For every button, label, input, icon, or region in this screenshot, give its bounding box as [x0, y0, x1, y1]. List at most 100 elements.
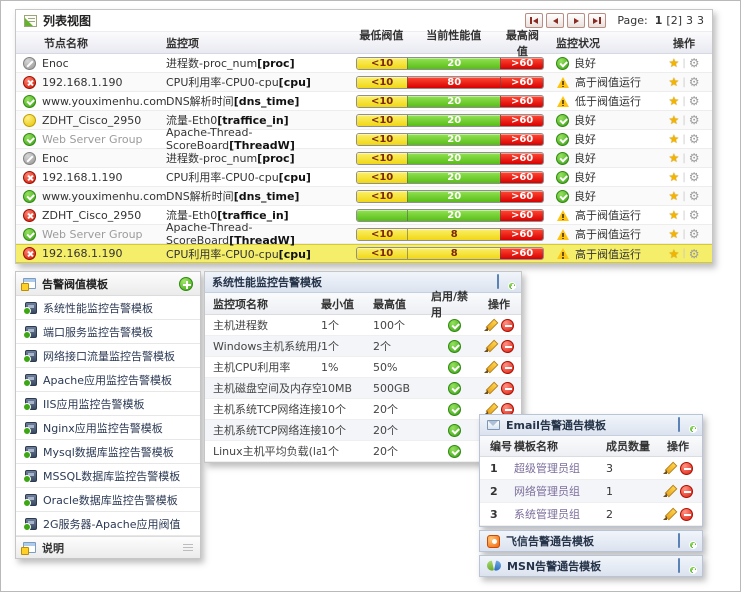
sysperf-row[interactable]: 主机磁盘空间及内存空间占用 10MB 500GB [205, 378, 521, 399]
delete-minus-icon[interactable] [501, 340, 514, 353]
sysperf-table-header: 监控项名称 最小值 最高值 启用/禁用 操作 [205, 293, 521, 315]
email-group-row[interactable]: 2 网络管理员组 1 [480, 480, 702, 503]
enabled-check-icon[interactable] [448, 319, 461, 332]
template-list-item[interactable]: Oracle数据库监控告警模板 [16, 488, 200, 512]
monitor-row[interactable]: ZDHT_Cisco_2950 流量-Eth0[traffice_in] <10… [16, 111, 712, 130]
delete-minus-icon[interactable] [501, 319, 514, 332]
monitor-row[interactable]: Web Server Group Apache-Thread-ScoreBoar… [16, 225, 712, 244]
status-cell: 高于阀值运行 [556, 207, 656, 223]
add-fetion-template-icon[interactable] [678, 534, 695, 548]
edit-pencil-icon[interactable] [484, 340, 496, 352]
enabled-check-icon[interactable] [448, 445, 461, 458]
template-list-item[interactable]: 2G服务器-Apache应用阀值 [16, 512, 200, 536]
settings-gear-icon[interactable]: ⚙ [689, 228, 700, 240]
monitor-row[interactable]: ZDHT_Cisco_2950 流量-Eth0[traffice_in] 20 … [16, 206, 712, 225]
add-monitor-icon[interactable] [497, 275, 514, 289]
settings-gear-icon[interactable]: ⚙ [689, 133, 700, 145]
template-list-item[interactable]: 系统性能监控告警模板 [16, 296, 200, 320]
monitor-row[interactable]: Enoc 进程数-proc_num[proc] <10 20 >60 良好 ★ … [16, 54, 712, 73]
favorite-star-icon[interactable]: ★ [669, 114, 680, 126]
ops-separator: | [682, 96, 685, 107]
edit-pencil-icon[interactable] [484, 361, 496, 373]
pager-page[interactable]: 3 [697, 14, 704, 27]
favorite-star-icon[interactable]: ★ [669, 57, 680, 69]
add-msn-template-icon[interactable] [678, 559, 695, 573]
template-list-item[interactable]: MSSQL数据库监控告警模板 [16, 464, 200, 488]
favorite-star-icon[interactable]: ★ [669, 76, 680, 88]
edit-pencil-icon[interactable] [484, 382, 496, 394]
edit-pencil-icon[interactable] [663, 462, 675, 474]
settings-gear-icon[interactable]: ⚙ [689, 190, 700, 202]
delete-minus-icon[interactable] [680, 508, 693, 521]
settings-gear-icon[interactable]: ⚙ [689, 95, 700, 107]
edit-pencil-icon[interactable] [663, 485, 675, 497]
template-list-item[interactable]: 端口服务监控告警模板 [16, 320, 200, 344]
monitor-row[interactable]: Web Server Group Apache-Thread-ScoreBoar… [16, 130, 712, 149]
edit-pencil-icon[interactable] [484, 403, 496, 415]
settings-gear-icon[interactable]: ⚙ [689, 248, 700, 260]
template-list-item[interactable]: Nginx应用监控告警模板 [16, 416, 200, 440]
sysperf-row[interactable]: Windows主机系统用户帐号总数 1个 2个 [205, 336, 521, 357]
min-value: 1个 [321, 338, 373, 354]
pager-page[interactable]: 3 [686, 14, 693, 27]
favorite-star-icon[interactable]: ★ [669, 171, 680, 183]
pager-last-button[interactable] [588, 13, 606, 28]
favorite-star-icon[interactable]: ★ [669, 152, 680, 164]
favorite-star-icon[interactable]: ★ [669, 209, 680, 221]
sysperf-row[interactable]: 主机进程数 1个 100个 [205, 315, 521, 336]
pager-page[interactable]: 1 [655, 14, 663, 27]
monitor-row[interactable]: 192.168.1.190 CPU利用率-CPU0-cpu[cpu] <10 2… [16, 168, 712, 187]
sysperf-row[interactable]: 主机系统TCP网络连接状态 10个 20个 [205, 420, 521, 441]
status-icon [557, 77, 569, 88]
sysperf-row[interactable]: 主机系统TCP网络连接状态 10个 20个 [205, 399, 521, 420]
edit-pencil-icon[interactable] [663, 508, 675, 520]
ops-separator: | [682, 77, 685, 88]
pager-page[interactable]: [2] [666, 14, 682, 27]
delete-minus-icon[interactable] [501, 361, 514, 374]
current-value-segment: 20 [407, 96, 500, 107]
email-group-row[interactable]: 3 系统管理员组 2 [480, 503, 702, 526]
enabled-check-icon[interactable] [448, 382, 461, 395]
delete-minus-icon[interactable] [680, 462, 693, 475]
monitor-item-name: DNS解析时间 [166, 190, 234, 203]
settings-gear-icon[interactable]: ⚙ [689, 57, 700, 69]
monitor-row[interactable]: 192.168.1.190 CPU利用率-CPU0-cpu[cpu] <10 8… [16, 73, 712, 92]
delete-minus-icon[interactable] [680, 485, 693, 498]
enabled-check-icon[interactable] [448, 424, 461, 437]
sysperf-row[interactable]: 主机CPU利用率 1% 50% [205, 357, 521, 378]
delete-minus-icon[interactable] [501, 382, 514, 395]
template-list-item[interactable]: IIS应用监控告警模板 [16, 392, 200, 416]
add-email-template-icon[interactable] [678, 418, 695, 432]
edit-pencil-icon[interactable] [484, 319, 496, 331]
msn-template-bar[interactable]: MSN告警通告模板 [479, 555, 703, 577]
template-list-item[interactable]: 网络接口流量监控告警模板 [16, 344, 200, 368]
favorite-star-icon[interactable]: ★ [669, 95, 680, 107]
monitor-row[interactable]: 192.168.1.190 CPU利用率-CPU0-cpu[cpu] <10 8… [16, 244, 712, 263]
settings-gear-icon[interactable]: ⚙ [689, 152, 700, 164]
enabled-check-icon[interactable] [448, 340, 461, 353]
fetion-template-bar[interactable]: 飞信告警通告模板 [479, 530, 703, 552]
favorite-star-icon[interactable]: ★ [669, 248, 680, 260]
node-name: Enoc [42, 57, 69, 70]
settings-gear-icon[interactable]: ⚙ [689, 209, 700, 221]
sysperf-row[interactable]: Linux主机平均负载(laLoad) 1个 20个 [205, 441, 521, 462]
add-template-button[interactable] [179, 277, 193, 291]
settings-gear-icon[interactable]: ⚙ [689, 76, 700, 88]
current-value-segment: 20 [407, 210, 500, 221]
description-bar[interactable]: 说明 [16, 536, 200, 558]
enabled-check-icon[interactable] [448, 361, 461, 374]
settings-gear-icon[interactable]: ⚙ [689, 114, 700, 126]
pager-next-button[interactable] [567, 13, 585, 28]
template-list-item[interactable]: Apache应用监控告警模板 [16, 368, 200, 392]
favorite-star-icon[interactable]: ★ [669, 133, 680, 145]
settings-gear-icon[interactable]: ⚙ [689, 171, 700, 183]
monitor-row[interactable]: Enoc 进程数-proc_num[proc] <10 20 >60 良好 ★ … [16, 149, 712, 168]
enabled-check-icon[interactable] [448, 403, 461, 416]
favorite-star-icon[interactable]: ★ [669, 190, 680, 202]
monitor-row[interactable]: www.youximenhu.com DNS解析时间[dns_time] <10… [16, 92, 712, 111]
template-list-item[interactable]: Mysql数据库监控告警模板 [16, 440, 200, 464]
email-group-row[interactable]: 1 超级管理员组 3 [480, 457, 702, 480]
monitor-row[interactable]: www.youximenhu.com DNS解析时间[dns_time] <10… [16, 187, 712, 206]
favorite-star-icon[interactable]: ★ [669, 228, 680, 240]
template-icon [25, 446, 37, 458]
